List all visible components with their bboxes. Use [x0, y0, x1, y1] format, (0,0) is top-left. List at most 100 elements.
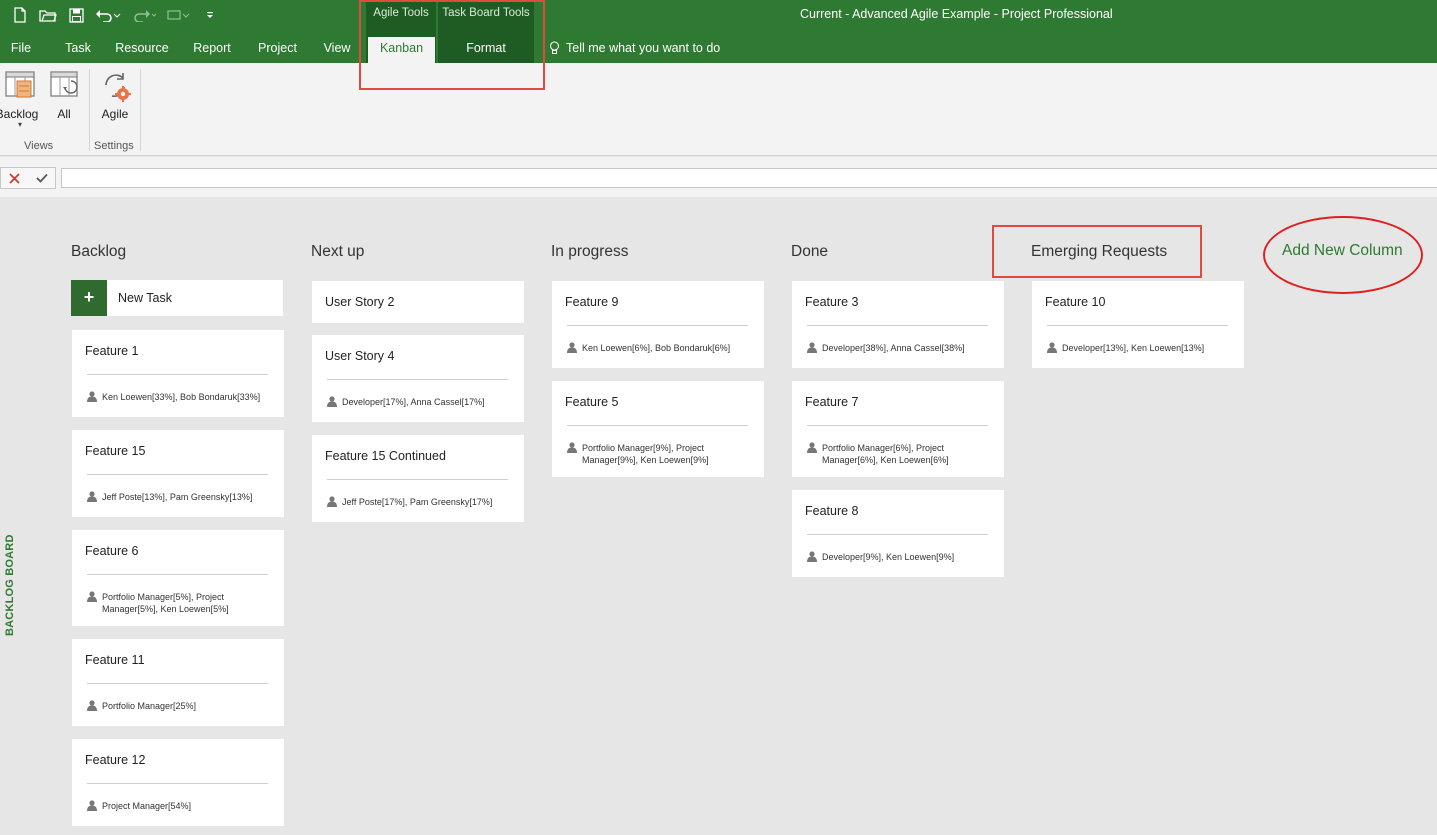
- card-title: Feature 15 Continued: [325, 449, 446, 463]
- tab-project[interactable]: Project: [250, 37, 305, 63]
- quick-access-toolbar: [10, 4, 220, 26]
- backlog-board-icon: [5, 71, 35, 98]
- customize-icon[interactable]: [200, 5, 220, 25]
- task-card[interactable]: Feature 1 Ken Loewen[33%], Bob Bondaruk[…: [72, 330, 284, 417]
- person-icon: [87, 491, 97, 502]
- person-icon: [807, 551, 817, 562]
- confirm-entry-button[interactable]: [28, 168, 55, 188]
- tab-file[interactable]: File: [0, 37, 42, 63]
- person-icon: [1047, 342, 1057, 353]
- card-title: Feature 15: [85, 444, 146, 458]
- more-icon[interactable]: [166, 5, 192, 25]
- new-file-icon[interactable]: [10, 5, 30, 25]
- card-title: User Story 4: [325, 349, 395, 363]
- entry-bar-buttons: [0, 167, 56, 189]
- redo-icon[interactable]: [130, 5, 158, 25]
- dropdown-caret-icon: ▾: [17, 120, 22, 129]
- card-divider: [567, 325, 748, 326]
- ribbon: Backlog ▾ All Agile Views Settings: [0, 63, 1437, 156]
- task-card[interactable]: Feature 15 Continued Jeff Poste[17%], Pa…: [312, 435, 524, 522]
- task-card[interactable]: Feature 9 Ken Loewen[6%], Bob Bondaruk[6…: [552, 281, 764, 368]
- card-resources: Ken Loewen[33%], Bob Bondaruk[33%]: [87, 391, 267, 403]
- card-title: Feature 12: [85, 753, 146, 767]
- card-title: Feature 5: [565, 395, 619, 409]
- tab-view[interactable]: View: [316, 37, 358, 63]
- card-title: Feature 10: [1045, 295, 1106, 309]
- card-divider: [327, 479, 508, 480]
- task-card[interactable]: Feature 12 Project Manager[54%]: [72, 739, 284, 826]
- card-divider: [87, 783, 268, 784]
- person-icon: [87, 391, 97, 402]
- all-view-button[interactable]: All: [46, 69, 82, 121]
- group-separator: [89, 69, 90, 151]
- new-task-button[interactable]: + New Task: [71, 280, 283, 316]
- task-card[interactable]: Feature 6 Portfolio Manager[5%], Project…: [72, 530, 284, 626]
- task-card[interactable]: Feature 15 Jeff Poste[13%], Pam Greensky…: [72, 430, 284, 517]
- card-resources: Developer[9%], Ken Loewen[9%]: [807, 551, 987, 563]
- person-icon: [327, 496, 337, 507]
- person-icon: [807, 342, 817, 353]
- save-icon[interactable]: [66, 5, 86, 25]
- task-card[interactable]: Feature 10 Developer[13%], Ken Loewen[13…: [1032, 281, 1244, 368]
- person-icon: [567, 342, 577, 353]
- open-folder-icon[interactable]: [38, 5, 58, 25]
- entry-field[interactable]: [61, 168, 1437, 188]
- new-task-label: New Task: [118, 291, 172, 305]
- title-bar: Agile Tools Task Board Tools Current - A…: [0, 0, 1437, 63]
- card-resources: Project Manager[54%]: [87, 800, 267, 812]
- person-icon: [87, 800, 97, 811]
- tell-me-label: Tell me what you want to do: [566, 41, 721, 55]
- contextual-tabs-highlight: [359, 0, 545, 90]
- emerging-requests-highlight: [992, 225, 1202, 278]
- person-icon: [87, 591, 97, 602]
- tab-resource[interactable]: Resource: [110, 37, 174, 63]
- card-resources: Developer[38%], Anna Cassel[38%]: [807, 342, 987, 354]
- agile-label: Agile: [101, 107, 129, 121]
- entry-bar: [0, 157, 1437, 197]
- column-title-done[interactable]: Done: [791, 243, 828, 261]
- agile-gear-icon: [105, 73, 131, 102]
- column-title-next-up[interactable]: Next up: [311, 243, 364, 261]
- all-board-icon: [50, 71, 78, 97]
- task-card[interactable]: Feature 3 Developer[38%], Anna Cassel[38…: [792, 281, 1004, 368]
- task-card[interactable]: Feature 5 Portfolio Manager[9%], Project…: [552, 381, 764, 477]
- card-divider: [87, 683, 268, 684]
- tell-me-box[interactable]: Tell me what you want to do: [549, 37, 720, 59]
- task-card[interactable]: Feature 11 Portfolio Manager[25%]: [72, 639, 284, 726]
- card-divider: [567, 425, 748, 426]
- card-resources: Jeff Poste[17%], Pam Greensky[17%]: [327, 496, 507, 508]
- tab-report[interactable]: Report: [186, 37, 238, 63]
- person-icon: [87, 700, 97, 711]
- card-resources: Portfolio Manager[5%], Project Manager[5…: [87, 591, 267, 615]
- backlog-view-button[interactable]: Backlog ▾: [0, 69, 40, 129]
- window-title: Current - Advanced Agile Example - Proje…: [800, 7, 1113, 21]
- person-icon: [807, 442, 817, 453]
- plus-icon: +: [71, 280, 107, 316]
- undo-icon[interactable]: [94, 5, 122, 25]
- card-title: Feature 6: [85, 544, 139, 558]
- card-divider: [87, 374, 268, 375]
- card-divider: [87, 474, 268, 475]
- card-title: User Story 2: [325, 295, 395, 309]
- group-separator: [140, 69, 141, 151]
- task-card[interactable]: User Story 2: [312, 281, 524, 323]
- task-card[interactable]: Feature 7 Portfolio Manager[6%], Project…: [792, 381, 1004, 477]
- close-icon: [9, 172, 20, 184]
- settings-group-label: Settings: [94, 140, 134, 152]
- card-resources: Jeff Poste[13%], Pam Greensky[13%]: [87, 491, 267, 503]
- card-resources: Portfolio Manager[6%], Project Manager[6…: [807, 442, 987, 466]
- task-card[interactable]: Feature 8 Developer[9%], Ken Loewen[9%]: [792, 490, 1004, 577]
- card-divider: [807, 325, 988, 326]
- agile-settings-button[interactable]: Agile: [96, 69, 134, 121]
- person-icon: [327, 396, 337, 407]
- task-card[interactable]: User Story 4 Developer[17%], Anna Cassel…: [312, 335, 524, 422]
- add-new-column-button[interactable]: Add New Column: [1282, 242, 1403, 260]
- all-label: All: [57, 107, 71, 121]
- tab-task[interactable]: Task: [56, 37, 100, 63]
- card-title: Feature 7: [805, 395, 859, 409]
- card-resources: Portfolio Manager[25%]: [87, 700, 267, 712]
- card-divider: [807, 425, 988, 426]
- column-title-backlog[interactable]: Backlog: [71, 243, 126, 261]
- cancel-entry-button[interactable]: [1, 168, 28, 188]
- column-title-in-progress[interactable]: In progress: [551, 243, 629, 261]
